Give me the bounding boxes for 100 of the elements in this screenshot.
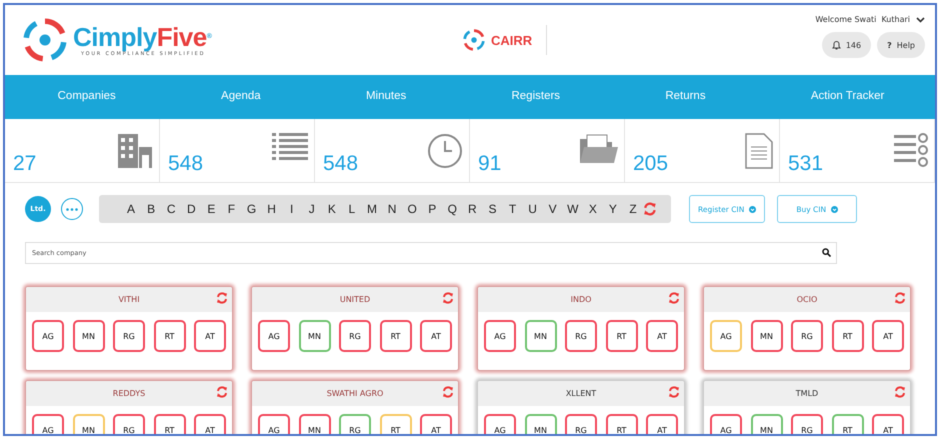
letter-filter[interactable]: V: [542, 202, 563, 216]
status-chip[interactable]: RG: [565, 320, 597, 352]
bell-icon: [832, 40, 841, 50]
status-chip[interactable]: RG: [791, 414, 823, 434]
status-chip[interactable]: MN: [72, 320, 104, 352]
status-chip[interactable]: RG: [113, 414, 145, 434]
company-name: VITHI: [118, 295, 140, 304]
status-chip[interactable]: RT: [380, 320, 412, 352]
letter-filter[interactable]: S: [482, 202, 502, 216]
status-chip[interactable]: AG: [710, 414, 742, 434]
company-name: UNITED: [340, 295, 370, 304]
refresh-icon[interactable]: [216, 292, 228, 304]
help-button[interactable]: ? Help: [877, 32, 925, 58]
letter-filter[interactable]: C: [161, 202, 182, 216]
status-chip[interactable]: AG: [710, 320, 742, 352]
status-chip[interactable]: AG: [258, 414, 290, 434]
status-chip[interactable]: AT: [872, 414, 904, 434]
status-chip[interactable]: RT: [832, 320, 864, 352]
letter-filter[interactable]: K: [322, 202, 342, 216]
status-chip[interactable]: RG: [113, 320, 145, 352]
status-chip[interactable]: RT: [832, 414, 864, 434]
refresh-icon[interactable]: [894, 386, 906, 398]
letter-filter[interactable]: H: [262, 202, 282, 216]
letter-filter[interactable]: W: [562, 202, 583, 216]
letter-filter[interactable]: Y: [602, 202, 623, 216]
letter-filter[interactable]: E: [201, 202, 222, 216]
company-name: OCIO: [796, 295, 818, 304]
more-button[interactable]: [61, 198, 83, 220]
status-chip[interactable]: AG: [258, 320, 290, 352]
refresh-icon[interactable]: [668, 386, 680, 398]
status-chip[interactable]: AT: [420, 320, 452, 352]
status-chip[interactable]: AG: [484, 414, 516, 434]
letter-filter[interactable]: M: [362, 202, 382, 216]
status-chip[interactable]: MN: [524, 320, 556, 352]
letter-filter[interactable]: A: [121, 202, 142, 216]
letter-filter[interactable]: D: [181, 202, 202, 216]
status-chip[interactable]: AT: [420, 414, 452, 434]
letter-filter[interactable]: Z: [622, 202, 644, 216]
company-name: XLLENT: [566, 389, 596, 398]
company-name: INDO: [570, 295, 592, 304]
letter-filter[interactable]: I: [282, 202, 302, 216]
status-chip[interactable]: RT: [606, 320, 638, 352]
status-chip[interactable]: AT: [194, 320, 226, 352]
stat-count: 205: [633, 152, 668, 176]
refresh-icon[interactable]: [442, 292, 454, 304]
building-icon: [117, 133, 153, 169]
status-chip[interactable]: RT: [380, 414, 412, 434]
status-chip[interactable]: RG: [565, 414, 597, 434]
chevron-circle-icon: [831, 206, 838, 212]
status-chip[interactable]: AG: [32, 320, 64, 352]
refresh-icon[interactable]: [216, 386, 228, 398]
status-chip[interactable]: AT: [646, 414, 678, 434]
refresh-icon[interactable]: [668, 292, 680, 304]
letter-filter[interactable]: B: [141, 202, 162, 216]
status-chip[interactable]: RT: [606, 414, 638, 434]
stat-count: 531: [788, 152, 824, 176]
status-chip[interactable]: RT: [154, 320, 186, 352]
status-chip[interactable]: MN: [298, 320, 330, 352]
letter-filter[interactable]: T: [502, 202, 523, 216]
status-chip[interactable]: MN: [298, 414, 330, 434]
reset-icon[interactable]: [643, 202, 657, 216]
letter-filter[interactable]: U: [522, 202, 543, 216]
company-name: REDDYS: [112, 389, 146, 398]
letter-filter[interactable]: F: [221, 202, 242, 216]
welcome-text: Welcome Swati Kuthari: [815, 15, 910, 24]
letter-filter[interactable]: X: [582, 202, 603, 216]
status-chip[interactable]: MN: [524, 414, 556, 434]
stat-count: 548: [323, 152, 358, 176]
search-icon[interactable]: [822, 248, 831, 257]
stat-count: 548: [168, 152, 204, 176]
document-icon: [745, 133, 773, 169]
status-chip[interactable]: RT: [154, 414, 186, 434]
letter-filter[interactable]: R: [462, 202, 482, 216]
status-chip[interactable]: RG: [339, 414, 371, 434]
refresh-icon[interactable]: [894, 292, 906, 304]
status-chip[interactable]: AG: [484, 320, 516, 352]
checklist-icon: [894, 133, 928, 169]
status-chip[interactable]: MN: [750, 320, 782, 352]
company-name: TMLD: [796, 389, 818, 398]
status-chip[interactable]: AT: [646, 320, 678, 352]
stat-count: 91: [478, 152, 502, 176]
letter-filter[interactable]: O: [402, 202, 422, 216]
letter-filter[interactable]: N: [382, 202, 402, 216]
status-chip[interactable]: MN: [750, 414, 782, 434]
chevron-down-icon[interactable]: [916, 16, 925, 22]
refresh-icon[interactable]: [442, 386, 454, 398]
letter-filter[interactable]: L: [342, 202, 362, 216]
letter-filter[interactable]: P: [422, 202, 442, 216]
letter-filter[interactable]: Q: [442, 202, 462, 216]
logo-icon: [23, 18, 67, 62]
status-chip[interactable]: MN: [72, 414, 104, 434]
letter-filter[interactable]: G: [241, 202, 262, 216]
status-chip[interactable]: AG: [32, 414, 64, 434]
product-logo-icon: [463, 29, 485, 51]
status-chip[interactable]: RG: [339, 320, 371, 352]
status-chip[interactable]: AT: [872, 320, 904, 352]
notifications-button[interactable]: 146: [822, 32, 872, 58]
status-chip[interactable]: AT: [194, 414, 226, 434]
letter-filter[interactable]: J: [302, 202, 322, 216]
status-chip[interactable]: RG: [791, 320, 823, 352]
